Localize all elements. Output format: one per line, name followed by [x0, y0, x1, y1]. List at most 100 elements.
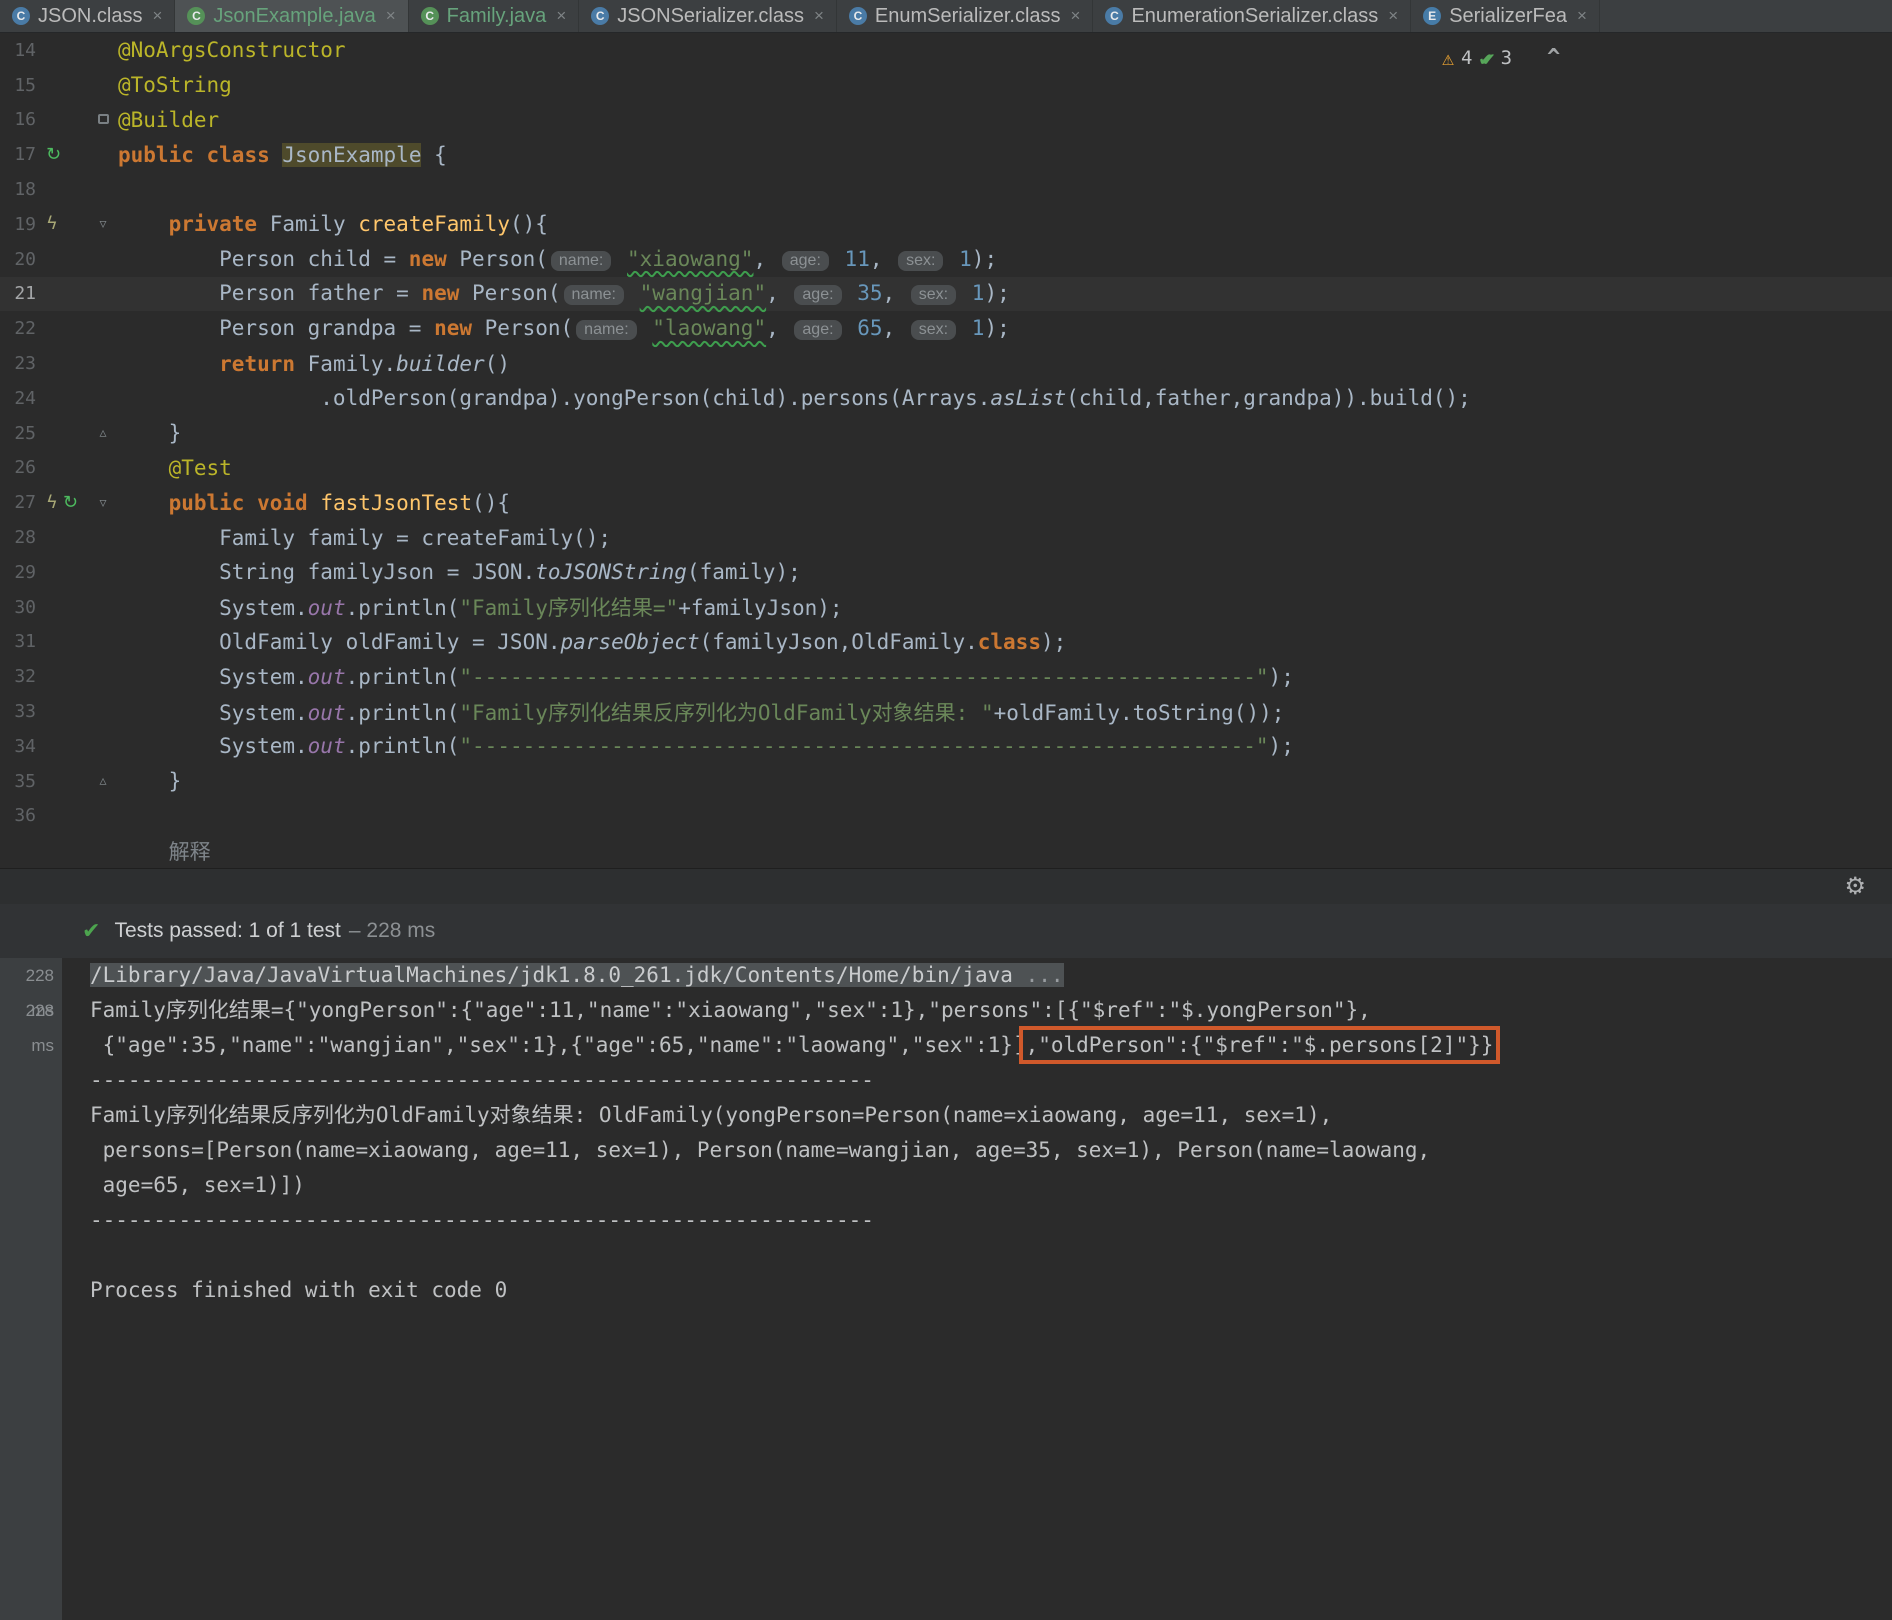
annotation-highlight-box: ,"oldPerson":{"$ref":"$.persons[2]"}}: [1018, 1026, 1501, 1064]
tab-serializerfea[interactable]: E SerializerFea ×: [1411, 0, 1600, 32]
rerun-test-icon[interactable]: ↻: [63, 493, 78, 512]
close-tab-icon[interactable]: ×: [814, 6, 824, 26]
test-duration-gutter: 228 ms 228 ms: [0, 958, 62, 1620]
chevron-up-icon[interactable]: ^: [1547, 45, 1560, 70]
code-line-31[interactable]: 31 OldFamily oldFamily = JSON.parseObjec…: [0, 625, 1892, 660]
lightning-icon[interactable]: ϟ: [46, 493, 58, 512]
line-number: 29: [14, 561, 36, 583]
code-text: }: [118, 421, 182, 445]
code-line-30[interactable]: 30 System.out.println("Family序列化结果="+fam…: [0, 590, 1892, 625]
test-status-bar: ✔ Tests passed: 1 of 1 test – 228 ms: [0, 904, 1892, 958]
code-token: );: [1268, 664, 1294, 689]
editor-gutter: [0, 833, 118, 868]
close-tab-icon[interactable]: ×: [1388, 6, 1398, 26]
code-line-32[interactable]: 32 System.out.println("-----------------…: [0, 659, 1892, 694]
code-line-35[interactable]: 35 ▵ }: [0, 764, 1892, 799]
fold-marker[interactable]: ▿: [90, 495, 116, 511]
editor-gutter: 19 ϟ ▿: [0, 207, 118, 242]
lightning-icon[interactable]: ϟ: [46, 215, 58, 233]
code-token: @NoArgsConstructor: [118, 38, 346, 63]
code-token: (): [484, 351, 510, 376]
close-tab-icon[interactable]: ×: [1577, 6, 1587, 26]
code-token: "Family序列化结果=": [459, 596, 679, 621]
code-line-25[interactable]: 25 ▵ }: [0, 416, 1892, 451]
code-line-19[interactable]: 19 ϟ ▿ private Family createFamily(){: [0, 207, 1892, 242]
code-line-34[interactable]: 34 System.out.println("-----------------…: [0, 729, 1892, 764]
rerun-test-icon[interactable]: ↻: [46, 145, 61, 164]
tab-enumerationserializer-class[interactable]: C EnumerationSerializer.class ×: [1093, 0, 1412, 32]
close-tab-icon[interactable]: ×: [152, 6, 162, 26]
settings-gear-icon[interactable]: ⚙: [1844, 872, 1866, 900]
class-file-icon: C: [1105, 7, 1124, 25]
line-number: 30: [14, 596, 36, 618]
code-line-16[interactable]: 16 @Builder: [0, 103, 1892, 138]
console-line: {"age":35,"name":"wangjian","sex":1},{"a…: [90, 1026, 1892, 1064]
editor-gutter: 26: [0, 451, 118, 486]
tab-label: EnumSerializer.class: [874, 4, 1061, 27]
code-text: }: [118, 769, 182, 793]
code-line-33[interactable]: 33 System.out.println("Family序列化结果反序列化为O…: [0, 694, 1892, 729]
code-token: Person grandpa =: [118, 316, 435, 341]
enum-file-icon: E: [1423, 7, 1442, 25]
code-line-20[interactable]: 20 Person child = new Person(name: "xiao…: [0, 242, 1892, 277]
line-number: 21: [14, 283, 36, 305]
close-tab-icon[interactable]: ×: [556, 6, 566, 26]
code-line-28[interactable]: 28 Family family = createFamily();: [0, 520, 1892, 555]
code-line-inlay[interactable]: 解释: [0, 833, 1892, 868]
code-token: createFamily: [358, 212, 510, 237]
code-token: JsonExample: [282, 142, 422, 167]
line-number: 14: [14, 39, 36, 61]
code-token: 35: [857, 281, 883, 306]
code-token: );: [984, 316, 1010, 341]
code-line-29[interactable]: 29 String familyJson = JSON.toJSONString…: [0, 555, 1892, 590]
close-tab-icon[interactable]: ×: [386, 6, 396, 26]
parameter-hint-chip: age:: [794, 285, 842, 306]
code-line-26[interactable]: 26 @Test: [0, 451, 1892, 486]
tab-jsonserializer-class[interactable]: C JSONSerializer.class ×: [579, 0, 837, 32]
console-text: ----------------------------------------…: [90, 1068, 874, 1092]
tab-jsonexample-java[interactable]: C JsonExample.java ×: [175, 0, 409, 32]
close-tab-icon[interactable]: ×: [1071, 6, 1081, 26]
tab-json-class[interactable]: C JSON.class ×: [0, 0, 176, 32]
tab-family-java[interactable]: C Family.java ×: [409, 0, 580, 32]
console-text: Process finished with exit code 0: [90, 1278, 508, 1302]
console-panel: 228 ms 228 ms /Library/Java/JavaVirtualMa…: [0, 958, 1892, 1620]
code-line-21[interactable]: 21 Person father = new Person(name: "wan…: [0, 276, 1892, 312]
editor-gutter: 15: [0, 68, 118, 103]
parameter-hint-chip: sex:: [898, 250, 944, 271]
code-token: new: [434, 316, 473, 341]
line-number: 16: [14, 109, 36, 131]
code-line-14[interactable]: 14 @NoArgsConstructor: [0, 33, 1892, 68]
code-token: (child,father,grandpa)).build();: [1066, 386, 1471, 411]
editor-gutter: 27 ϟ ↻ ▿: [0, 485, 118, 520]
code-line-36[interactable]: 36: [0, 799, 1892, 834]
inspections-widget[interactable]: ⚠ 4 ✔✔ 3 ^: [1442, 45, 1560, 70]
fold-marker[interactable]: ▵: [90, 773, 116, 789]
tab-enumserializer-class[interactable]: C EnumSerializer.class ×: [837, 0, 1094, 32]
fold-marker[interactable]: ▵: [90, 425, 116, 441]
line-number: 20: [14, 248, 36, 270]
code-token: OldFamily oldFamily = JSON.: [118, 629, 561, 654]
code-line-23[interactable]: 23 return Family.builder(): [0, 346, 1892, 381]
code-line-27[interactable]: 27 ϟ ↻ ▿ public void fastJsonTest(){: [0, 485, 1892, 520]
line-number: 34: [14, 735, 36, 757]
line-number: 25: [14, 422, 36, 444]
parameter-hint-chip: name:: [563, 285, 624, 306]
code-line-24[interactable]: 24 .oldPerson(grandpa).yongPerson(child)…: [0, 381, 1892, 416]
code-line-17[interactable]: 17 ↻ public class JsonExample {: [0, 137, 1892, 172]
code-line-18[interactable]: 18: [0, 172, 1892, 207]
ide-window: C JSON.class × C JsonExample.java × C Family.ja…: [0, 0, 1892, 1620]
code-editor[interactable]: 14 @NoArgsConstructor 15 @ToString 16 @Builde…: [0, 33, 1892, 868]
code-line-22[interactable]: 22 Person grandpa = new Person(name: "la…: [0, 311, 1892, 346]
code-line-15[interactable]: 15 @ToString: [0, 68, 1892, 103]
console-output[interactable]: /Library/Java/JavaVirtualMachines/jdk1.8…: [62, 958, 1892, 1308]
fold-marker[interactable]: [90, 112, 116, 128]
line-number: 32: [14, 666, 36, 688]
line-number: 28: [14, 527, 36, 549]
editor-gutter: 28: [0, 520, 118, 555]
fold-marker[interactable]: ▿: [90, 216, 116, 232]
line-number: 31: [14, 631, 36, 653]
test-status-duration: – 228 ms: [348, 919, 436, 942]
console-text: /Library/Java/JavaVirtualMachines/jdk1.8…: [90, 963, 1013, 987]
code-text: Family family = createFamily();: [118, 526, 611, 550]
